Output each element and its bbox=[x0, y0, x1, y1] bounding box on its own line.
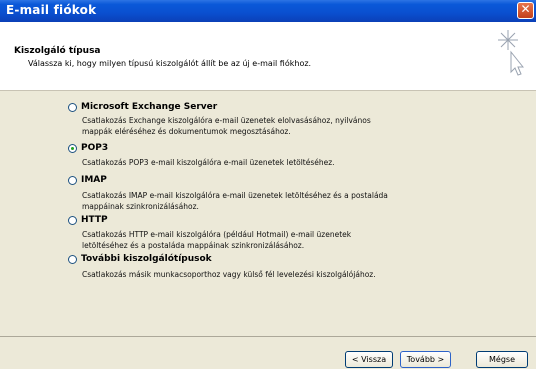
wizard-header: Kiszolgáló típusa Válassza ki, hogy mily… bbox=[0, 22, 536, 91]
radio-http[interactable] bbox=[68, 216, 77, 225]
desc-line: Csatlakozás másik munkacsoporthoz vagy k… bbox=[82, 270, 376, 279]
option-label: IMAP bbox=[81, 175, 107, 185]
option-description: Csatlakozás másik munkacsoporthoz vagy k… bbox=[82, 269, 482, 280]
option-label: Microsoft Exchange Server bbox=[81, 102, 218, 112]
desc-line: letöltéséhez és a postaláda mappáinak sz… bbox=[82, 241, 305, 250]
server-type-options: Microsoft Exchange Server Csatlakozás Ex… bbox=[0, 91, 536, 336]
close-icon: ✕ bbox=[520, 2, 531, 16]
next-button[interactable]: Tovább > bbox=[400, 351, 451, 368]
wizard-wand-icon bbox=[498, 30, 524, 76]
cancel-button[interactable]: Mégse bbox=[476, 351, 528, 368]
option-label: HTTP bbox=[81, 215, 108, 225]
footer-divider bbox=[0, 336, 536, 337]
desc-line: mappák eléréséhez és dokumentumok megosz… bbox=[82, 127, 291, 136]
desc-line: Csatlakozás HTTP e-mail kiszolgálóra (pé… bbox=[82, 230, 352, 239]
desc-line: Csatlakozás IMAP e-mail kiszolgálóra e-m… bbox=[82, 191, 388, 200]
radio-pop3[interactable] bbox=[68, 144, 77, 153]
email-accounts-dialog: E-mail fiókok ✕ Kiszolgáló típusa Válass… bbox=[0, 0, 536, 369]
option-description: Csatlakozás Exchange kiszolgálóra e-mail… bbox=[82, 115, 482, 137]
desc-line: mappáinak szinkronizálásához. bbox=[82, 202, 199, 211]
back-button[interactable]: < Vissza bbox=[345, 351, 393, 368]
page-title: Kiszolgáló típusa bbox=[14, 46, 101, 56]
radio-other-server-types[interactable] bbox=[68, 255, 77, 264]
radio-imap[interactable] bbox=[68, 176, 77, 185]
option-description: Csatlakozás POP3 e-mail kiszolgálóra e-m… bbox=[82, 157, 482, 168]
desc-line: Csatlakozás Exchange kiszolgálóra e-mail… bbox=[82, 116, 371, 125]
desc-line: Csatlakozás POP3 e-mail kiszolgálóra e-m… bbox=[82, 158, 335, 167]
radio-exchange[interactable] bbox=[68, 103, 77, 112]
option-description: Csatlakozás IMAP e-mail kiszolgálóra e-m… bbox=[82, 190, 482, 212]
window-title: E-mail fiókok bbox=[6, 3, 97, 17]
page-subtitle: Válassza ki, hogy milyen típusú kiszolgá… bbox=[28, 59, 312, 68]
option-description: Csatlakozás HTTP e-mail kiszolgálóra (pé… bbox=[82, 229, 482, 251]
close-button[interactable]: ✕ bbox=[517, 2, 534, 19]
title-bar[interactable]: E-mail fiókok ✕ bbox=[0, 0, 536, 22]
option-label: POP3 bbox=[81, 143, 109, 153]
option-label: További kiszolgálótípusok bbox=[81, 254, 212, 264]
